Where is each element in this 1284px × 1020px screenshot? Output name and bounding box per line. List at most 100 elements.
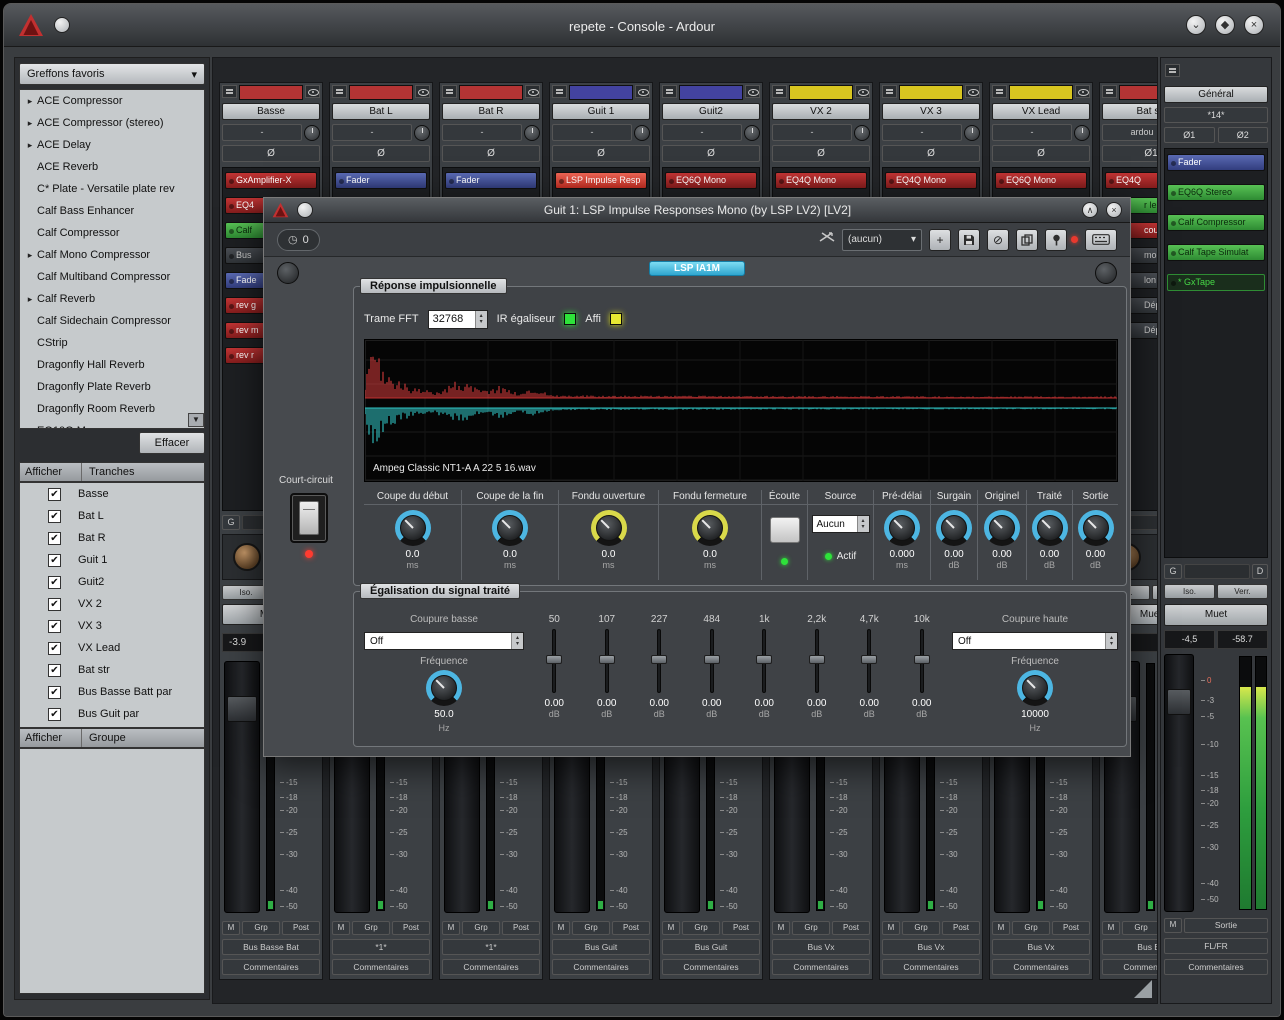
trim-knob[interactable] [854,125,870,141]
gxtape-processor[interactable]: * GxTape [1167,274,1265,291]
lsp-impulse-resp-processor[interactable]: LSP Impulse Resp [555,172,647,189]
ir-eq-led[interactable] [564,313,576,325]
pan-knob[interactable] [233,543,261,571]
post-button[interactable]: Post [942,921,980,935]
listen-button[interactable] [770,517,800,543]
track-checkbox[interactable]: ✔ [48,708,61,721]
lowcut-freq-knob[interactable] [426,670,462,706]
trim-knob[interactable] [304,125,320,141]
spinner-arrows-icon[interactable]: ▴▾ [1105,633,1117,649]
expand-arrow-icon[interactable]: ▸ [23,294,37,305]
post-button[interactable]: Post [1052,921,1090,935]
metering-point-button[interactable]: M [552,921,570,935]
group-button[interactable]: G [1164,564,1182,579]
group-tab-button[interactable]: Grp [242,921,280,935]
strip-name-button[interactable]: Bat R [442,103,540,120]
expand-arrow-icon[interactable]: ▸ [23,140,37,151]
routing-icon[interactable] [819,230,835,249]
output-button[interactable]: *1* [332,939,430,955]
output-button[interactable]: Sortie [1184,918,1268,933]
pre-delai-knob[interactable] [884,510,920,546]
save-preset-button[interactable] [958,229,980,251]
slider-handle[interactable] [651,655,667,664]
expand-arrow-icon[interactable]: ▸ [23,96,37,107]
input-button[interactable]: - [882,124,962,141]
group-tab-button[interactable]: Grp [1012,921,1050,935]
hide-strip-icon[interactable] [855,85,870,98]
post-button[interactable]: Post [722,921,760,935]
switch-rocker[interactable] [299,501,319,535]
strip-name-button[interactable]: Basse [222,103,320,120]
favorite-plugin-item[interactable]: C* Plate - Versatile plate rev [20,178,204,200]
maximize-button[interactable]: ◆ [1215,15,1235,35]
favorite-plugin-item[interactable]: Dragonfly Hall Reverb [20,354,204,376]
comments-button[interactable]: Commentaires [662,959,760,975]
fondu-ouverture-knob[interactable] [591,510,627,546]
favorite-plugin-item[interactable]: Calf Bass Enhancer [20,200,204,222]
track-row[interactable]: ✔Bus Basse Batt par [20,681,204,703]
metering-point-button[interactable]: M [772,921,790,935]
track-checkbox[interactable]: ✔ [48,598,61,611]
eq-band-slider[interactable] [528,629,581,693]
source-select[interactable]: Aucun▴▾ [812,515,870,533]
track-row[interactable]: ✔Bat str [20,659,204,681]
metering-point-button[interactable]: M [1102,921,1120,935]
post-button[interactable]: Post [282,921,320,935]
output-button[interactable]: Bus Vx [882,939,980,955]
eq-band-slider[interactable] [581,629,634,693]
traite-knob[interactable] [1032,510,1068,546]
master-route-button[interactable]: FL/FR [1164,938,1268,954]
expand-arrow-icon[interactable]: ▸ [23,118,37,129]
fondu-fermeture-knob[interactable] [692,510,728,546]
highcut-freq-knob[interactable] [1017,670,1053,706]
input-button[interactable]: ardou [1102,124,1158,141]
phase-button[interactable]: Ø [552,145,650,162]
output-button[interactable]: Bus Basse Bat [222,939,320,955]
strip-width-icon[interactable] [332,85,347,98]
favorite-plugin-item[interactable]: CStrip [20,332,204,354]
scroll-knob-right[interactable] [1095,262,1117,284]
resize-handle[interactable] [1134,980,1152,998]
hide-strip-icon[interactable] [965,85,980,98]
input-button[interactable]: - [332,124,412,141]
group-button[interactable]: G [222,515,240,530]
post-button[interactable]: Post [502,921,540,935]
input-button[interactable]: - [222,124,302,141]
track-row[interactable]: ✔Guit 1 [20,549,204,571]
fft-spinbox[interactable]: 32768 ▴▾ [428,310,488,329]
eq4q-mono-processor[interactable]: EQ4Q Mono [885,172,977,189]
strip-name-button[interactable]: VX Lead [992,103,1090,120]
post-button[interactable]: Post [832,921,870,935]
track-row[interactable]: ✔Bat R [20,527,204,549]
trim-knob[interactable] [414,125,430,141]
input-button[interactable]: - [992,124,1072,141]
affi-led[interactable] [610,313,622,325]
gain-fader[interactable] [224,661,260,913]
group-tab-button[interactable]: Grp [1122,921,1158,935]
metering-point-button[interactable]: M [882,921,900,935]
track-checkbox[interactable]: ✔ [48,510,61,523]
strip-name-button[interactable]: Guit 1 [552,103,650,120]
dialog-menu-button[interactable] [297,202,313,218]
track-checkbox[interactable]: ✔ [48,620,61,633]
shade-button[interactable]: ⌄ [1186,15,1206,35]
phase-button[interactable]: Ø [222,145,320,162]
eq6q-mono-processor[interactable]: EQ6Q Mono [995,172,1087,189]
slider-handle[interactable] [861,655,877,664]
strip-width-icon[interactable] [442,85,457,98]
coupe-de-la-fin-knob[interactable] [492,510,528,546]
highcut-mode-select[interactable]: Off ▴▾ [952,632,1118,650]
strip-width-icon[interactable] [662,85,677,98]
track-row[interactable]: ✔VX Lead [20,637,204,659]
dialog-close-button[interactable]: × [1106,202,1122,218]
track-checkbox[interactable]: ✔ [48,488,61,501]
output-button[interactable]: Bus Ba [1102,939,1158,955]
hide-strip-icon[interactable] [1075,85,1090,98]
automation-timer-button[interactable]: ◷ 0 [277,229,320,251]
track-checkbox[interactable]: ✔ [48,686,61,699]
add-preset-button[interactable]: + [929,229,951,251]
scroll-knob-left[interactable] [277,262,299,284]
fader-handle[interactable] [227,696,257,722]
fader-processor[interactable]: Fader [1167,154,1265,171]
strip-width-icon[interactable] [882,85,897,98]
